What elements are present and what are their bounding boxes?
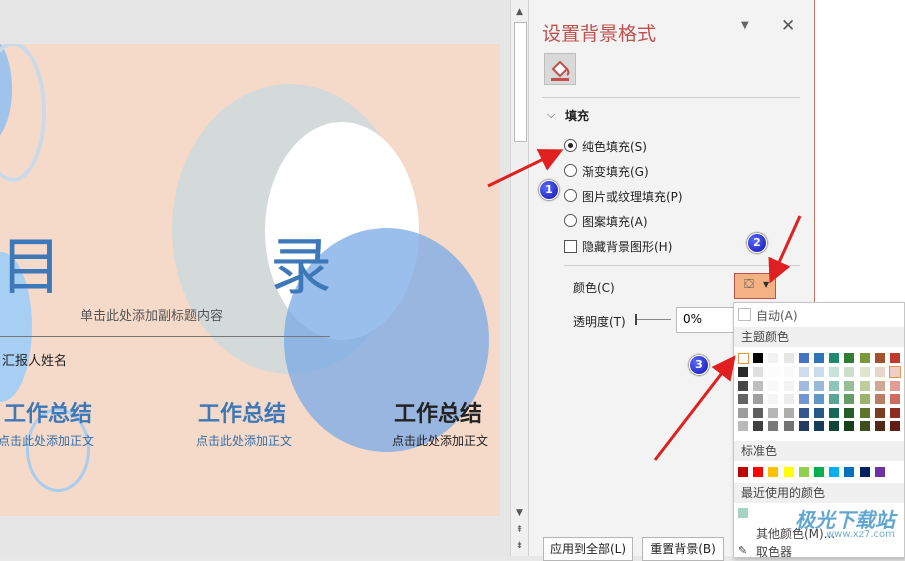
arrow-3 xyxy=(653,355,736,461)
annotation-arrows xyxy=(487,149,802,461)
annotation-badge-3: 3 xyxy=(689,355,709,375)
watermark-url: www.xz7.com xyxy=(826,529,895,540)
arrow-2 xyxy=(768,215,802,284)
annotation-badge-1: 1 xyxy=(539,180,559,200)
annotation-badge-2: 2 xyxy=(747,233,767,253)
